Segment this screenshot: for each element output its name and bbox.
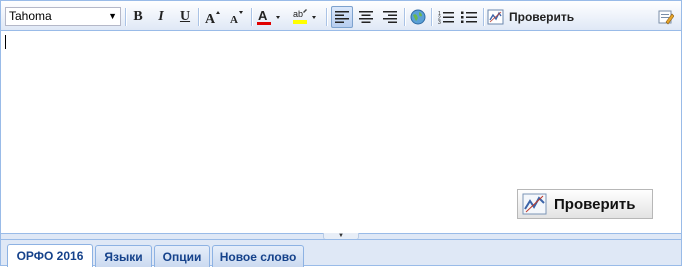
- svg-text:A: A: [205, 12, 216, 25]
- svg-text:ab: ab: [293, 9, 303, 19]
- spellcheck-button[interactable]: Проверить: [517, 189, 653, 219]
- font-family-select[interactable]: Tahoma ▼: [5, 7, 121, 26]
- numbered-list-icon: 1 2 3: [438, 11, 454, 24]
- svg-text:3: 3: [438, 20, 441, 24]
- tab-new-word[interactable]: Новое слово: [212, 245, 304, 267]
- globe-link-icon: [410, 9, 426, 25]
- underline-button[interactable]: U: [174, 6, 196, 28]
- toolbar-separator: [404, 8, 406, 26]
- tab-bar: ОРФО 2016 Языки Опции Новое слово: [0, 239, 682, 267]
- increase-font-icon: A: [205, 11, 220, 25]
- tab-languages[interactable]: Языки: [95, 245, 152, 267]
- highlight-marker-icon: ab: [293, 9, 316, 24]
- font-color-button[interactable]: A: [255, 6, 285, 28]
- font-family-value: Tahoma: [9, 9, 52, 23]
- align-left-button[interactable]: [331, 6, 353, 28]
- toolbar-separator: [431, 8, 433, 26]
- spellcheck-icon: [487, 9, 504, 25]
- dropdown-arrow-icon: ▼: [108, 11, 117, 21]
- align-left-icon: [335, 11, 349, 23]
- formatting-toolbar: Tahoma ▼ B I U A A A ab 1 2 3 Проверить: [1, 1, 681, 31]
- rich-text-editor: Tahoma ▼ B I U A A A ab 1 2 3 Проверить …: [0, 0, 682, 234]
- decrease-font-size-button[interactable]: A: [226, 6, 248, 28]
- bold-button[interactable]: B: [127, 6, 149, 28]
- svg-text:A: A: [230, 14, 238, 25]
- font-color-icon: A: [257, 8, 280, 25]
- toolbar-separator: [483, 8, 485, 26]
- align-center-icon: [359, 11, 373, 23]
- align-right-button[interactable]: [379, 6, 401, 28]
- align-center-button[interactable]: [355, 6, 377, 28]
- increase-font-size-button[interactable]: A: [202, 6, 224, 28]
- spellcheck-icon: [522, 193, 547, 215]
- highlight-color-button[interactable]: ab: [291, 6, 321, 28]
- spellcheck-toolbar-label: Проверить: [509, 10, 575, 24]
- edit-document-icon: [658, 10, 674, 25]
- decrease-font-icon: A: [230, 11, 243, 25]
- italic-button[interactable]: I: [150, 6, 172, 28]
- insert-link-button[interactable]: [407, 6, 429, 28]
- text-cursor[interactable]: [5, 35, 6, 49]
- toolbar-separator: [251, 8, 253, 26]
- toolbar-separator: [198, 8, 200, 26]
- tab-options[interactable]: Опции: [154, 245, 210, 267]
- toolbar-separator: [326, 8, 328, 26]
- edit-source-button[interactable]: [655, 6, 677, 28]
- bullet-list-icon: [461, 11, 477, 23]
- numbered-list-button[interactable]: 1 2 3: [435, 6, 457, 28]
- bullet-list-button[interactable]: [458, 6, 480, 28]
- spellcheck-button-label: Проверить: [554, 195, 636, 213]
- svg-text:A: A: [258, 8, 268, 23]
- align-right-icon: [383, 11, 397, 23]
- tab-orfo-2016[interactable]: ОРФО 2016: [7, 244, 93, 267]
